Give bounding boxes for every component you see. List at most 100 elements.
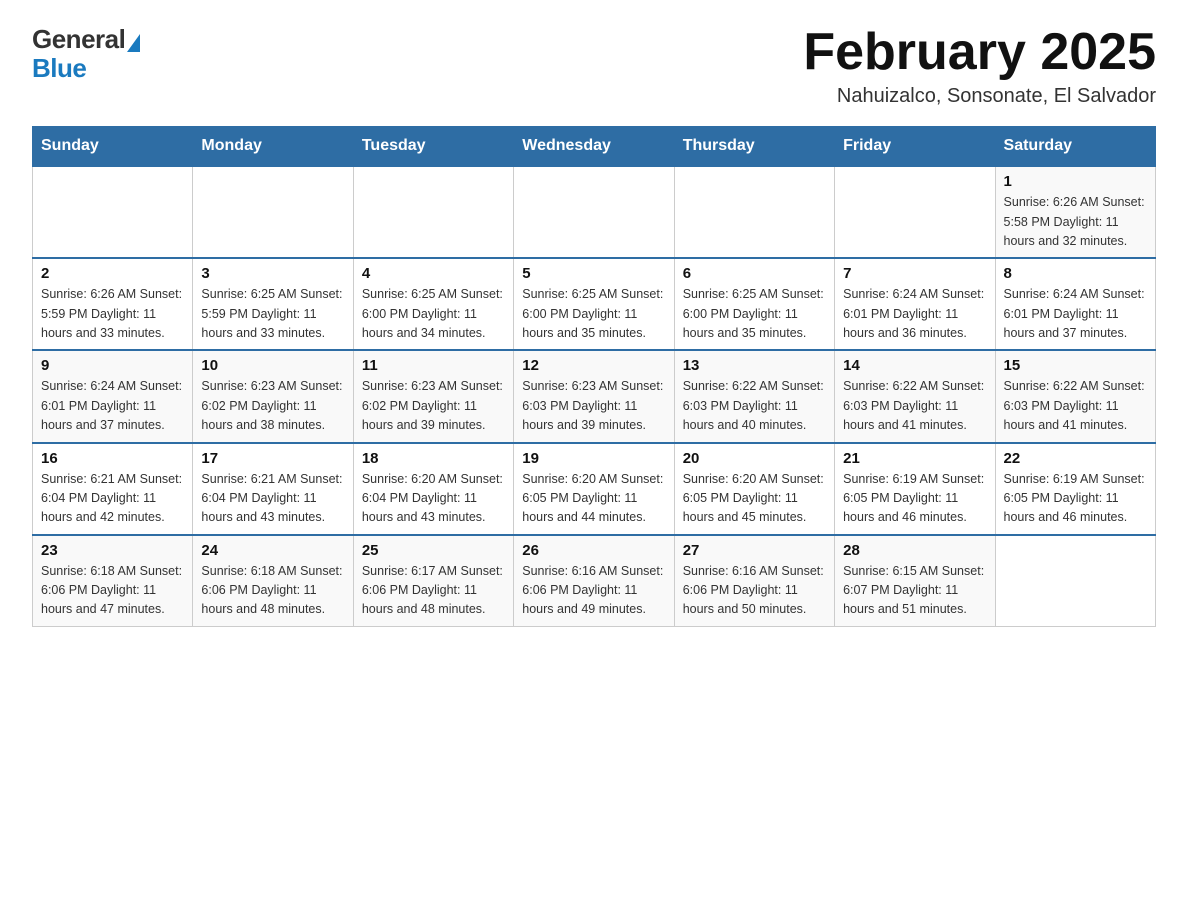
- day-info: Sunrise: 6:26 AM Sunset: 5:58 PM Dayligh…: [1004, 193, 1147, 251]
- day-number: 24: [201, 542, 344, 559]
- calendar-week-row: 23 Sunrise: 6:18 AM Sunset: 6:06 PM Dayli…: [33, 535, 1156, 627]
- calendar-day-cell: 27 Sunrise: 6:16 AM Sunset: 6:06 PM Dayli…: [674, 535, 834, 627]
- calendar-day-cell: 13 Sunrise: 6:22 AM Sunset: 6:03 PM Dayli…: [674, 350, 834, 442]
- calendar-day-cell: 3Sunrise: 6:25 AM Sunset: 5:59 PM Daylig…: [193, 258, 353, 350]
- day-number: 12: [522, 357, 665, 374]
- day-info: Sunrise: 6:25 AM Sunset: 5:59 PM Dayligh…: [201, 285, 344, 343]
- calendar-day-cell: 12 Sunrise: 6:23 AM Sunset: 6:03 PM Dayli…: [514, 350, 674, 442]
- day-number: 2: [41, 265, 184, 282]
- day-number: 18: [362, 450, 505, 467]
- day-number: 5: [522, 265, 665, 282]
- day-number: 25: [362, 542, 505, 559]
- calendar-subtitle: Nahuizalco, Sonsonate, El Salvador: [803, 85, 1156, 108]
- day-number: 17: [201, 450, 344, 467]
- day-number: 20: [683, 450, 826, 467]
- day-info: Sunrise: 6:16 AM Sunset: 6:06 PM Dayligh…: [683, 562, 826, 620]
- calendar-week-row: 1 Sunrise: 6:26 AM Sunset: 5:58 PM Daylig…: [33, 166, 1156, 258]
- day-info: Sunrise: 6:21 AM Sunset: 6:04 PM Dayligh…: [41, 470, 184, 528]
- calendar-day-cell: 2 Sunrise: 6:26 AM Sunset: 5:59 PM Daylig…: [33, 258, 193, 350]
- day-number: 15: [1004, 357, 1147, 374]
- calendar-day-cell: [33, 166, 193, 258]
- calendar-day-cell: [835, 166, 995, 258]
- day-number: 9: [41, 357, 184, 374]
- day-number: 11: [362, 357, 505, 374]
- calendar-day-cell: 26 Sunrise: 6:16 AM Sunset: 6:06 PM Dayli…: [514, 535, 674, 627]
- day-number: 6: [683, 265, 826, 282]
- day-number: 7: [843, 265, 986, 282]
- day-of-week-header: Saturday: [995, 127, 1155, 167]
- calendar-day-cell: 6 Sunrise: 6:25 AM Sunset: 6:00 PM Daylig…: [674, 258, 834, 350]
- calendar-week-row: 2 Sunrise: 6:26 AM Sunset: 5:59 PM Daylig…: [33, 258, 1156, 350]
- day-info: Sunrise: 6:22 AM Sunset: 6:03 PM Dayligh…: [843, 377, 986, 435]
- calendar-day-cell: 19Sunrise: 6:20 AM Sunset: 6:05 PM Dayli…: [514, 443, 674, 535]
- day-info: Sunrise: 6:23 AM Sunset: 6:03 PM Dayligh…: [522, 377, 665, 435]
- day-number: 26: [522, 542, 665, 559]
- day-info: Sunrise: 6:23 AM Sunset: 6:02 PM Dayligh…: [362, 377, 505, 435]
- day-info: Sunrise: 6:24 AM Sunset: 6:01 PM Dayligh…: [843, 285, 986, 343]
- day-info: Sunrise: 6:22 AM Sunset: 6:03 PM Dayligh…: [683, 377, 826, 435]
- calendar-day-cell: 7 Sunrise: 6:24 AM Sunset: 6:01 PM Daylig…: [835, 258, 995, 350]
- logo-general-text: General: [32, 24, 125, 55]
- day-of-week-header: Monday: [193, 127, 353, 167]
- calendar-day-cell: 24 Sunrise: 6:18 AM Sunset: 6:06 PM Dayli…: [193, 535, 353, 627]
- day-of-week-header: Wednesday: [514, 127, 674, 167]
- calendar-day-cell: 10 Sunrise: 6:23 AM Sunset: 6:02 PM Dayli…: [193, 350, 353, 442]
- day-of-week-header: Sunday: [33, 127, 193, 167]
- day-info: Sunrise: 6:19 AM Sunset: 6:05 PM Dayligh…: [843, 470, 986, 528]
- day-number: 1: [1004, 173, 1147, 190]
- page-header: General Blue February 2025 Nahuizalco, S…: [32, 24, 1156, 108]
- logo-arrow-icon: [127, 34, 140, 52]
- day-info: Sunrise: 6:20 AM Sunset: 6:04 PM Dayligh…: [362, 470, 505, 528]
- calendar-day-cell: [353, 166, 513, 258]
- day-info: Sunrise: 6:17 AM Sunset: 6:06 PM Dayligh…: [362, 562, 505, 620]
- day-number: 10: [201, 357, 344, 374]
- day-of-week-header: Thursday: [674, 127, 834, 167]
- calendar-title-block: February 2025 Nahuizalco, Sonsonate, El …: [803, 24, 1156, 108]
- day-info: Sunrise: 6:16 AM Sunset: 6:06 PM Dayligh…: [522, 562, 665, 620]
- calendar-day-cell: 14 Sunrise: 6:22 AM Sunset: 6:03 PM Dayli…: [835, 350, 995, 442]
- calendar-day-cell: 23 Sunrise: 6:18 AM Sunset: 6:06 PM Dayli…: [33, 535, 193, 627]
- day-number: 13: [683, 357, 826, 374]
- day-number: 8: [1004, 265, 1147, 282]
- calendar-week-row: 9 Sunrise: 6:24 AM Sunset: 6:01 PM Daylig…: [33, 350, 1156, 442]
- calendar-day-cell: 17 Sunrise: 6:21 AM Sunset: 6:04 PM Dayli…: [193, 443, 353, 535]
- day-number: 21: [843, 450, 986, 467]
- calendar-day-cell: 22Sunrise: 6:19 AM Sunset: 6:05 PM Dayli…: [995, 443, 1155, 535]
- day-number: 28: [843, 542, 986, 559]
- calendar-day-cell: [514, 166, 674, 258]
- day-info: Sunrise: 6:18 AM Sunset: 6:06 PM Dayligh…: [41, 562, 184, 620]
- day-number: 16: [41, 450, 184, 467]
- day-info: Sunrise: 6:21 AM Sunset: 6:04 PM Dayligh…: [201, 470, 344, 528]
- day-number: 27: [683, 542, 826, 559]
- calendar-day-cell: 1 Sunrise: 6:26 AM Sunset: 5:58 PM Daylig…: [995, 166, 1155, 258]
- calendar-day-cell: [995, 535, 1155, 627]
- calendar-day-cell: 4Sunrise: 6:25 AM Sunset: 6:00 PM Daylig…: [353, 258, 513, 350]
- day-number: 23: [41, 542, 184, 559]
- day-number: 4: [362, 265, 505, 282]
- day-info: Sunrise: 6:18 AM Sunset: 6:06 PM Dayligh…: [201, 562, 344, 620]
- calendar-day-cell: 20 Sunrise: 6:20 AM Sunset: 6:05 PM Dayli…: [674, 443, 834, 535]
- calendar-day-cell: 11 Sunrise: 6:23 AM Sunset: 6:02 PM Dayli…: [353, 350, 513, 442]
- calendar-day-cell: 25 Sunrise: 6:17 AM Sunset: 6:06 PM Dayli…: [353, 535, 513, 627]
- calendar-day-cell: 5 Sunrise: 6:25 AM Sunset: 6:00 PM Daylig…: [514, 258, 674, 350]
- day-info: Sunrise: 6:24 AM Sunset: 6:01 PM Dayligh…: [1004, 285, 1147, 343]
- day-info: Sunrise: 6:23 AM Sunset: 6:02 PM Dayligh…: [201, 377, 344, 435]
- calendar-day-cell: 9 Sunrise: 6:24 AM Sunset: 6:01 PM Daylig…: [33, 350, 193, 442]
- day-number: 14: [843, 357, 986, 374]
- day-info: Sunrise: 6:26 AM Sunset: 5:59 PM Dayligh…: [41, 285, 184, 343]
- day-number: 22: [1004, 450, 1147, 467]
- day-info: Sunrise: 6:20 AM Sunset: 6:05 PM Dayligh…: [522, 470, 665, 528]
- calendar-day-cell: 16 Sunrise: 6:21 AM Sunset: 6:04 PM Dayli…: [33, 443, 193, 535]
- day-info: Sunrise: 6:25 AM Sunset: 6:00 PM Dayligh…: [522, 285, 665, 343]
- calendar-day-cell: 28 Sunrise: 6:15 AM Sunset: 6:07 PM Dayli…: [835, 535, 995, 627]
- day-info: Sunrise: 6:22 AM Sunset: 6:03 PM Dayligh…: [1004, 377, 1147, 435]
- day-info: Sunrise: 6:20 AM Sunset: 6:05 PM Dayligh…: [683, 470, 826, 528]
- day-info: Sunrise: 6:15 AM Sunset: 6:07 PM Dayligh…: [843, 562, 986, 620]
- calendar-day-cell: 18 Sunrise: 6:20 AM Sunset: 6:04 PM Dayli…: [353, 443, 513, 535]
- logo: General Blue: [32, 24, 140, 84]
- day-of-week-header: Friday: [835, 127, 995, 167]
- calendar-week-row: 16 Sunrise: 6:21 AM Sunset: 6:04 PM Dayli…: [33, 443, 1156, 535]
- day-info: Sunrise: 6:24 AM Sunset: 6:01 PM Dayligh…: [41, 377, 184, 435]
- calendar-day-cell: 8 Sunrise: 6:24 AM Sunset: 6:01 PM Daylig…: [995, 258, 1155, 350]
- day-info: Sunrise: 6:25 AM Sunset: 6:00 PM Dayligh…: [683, 285, 826, 343]
